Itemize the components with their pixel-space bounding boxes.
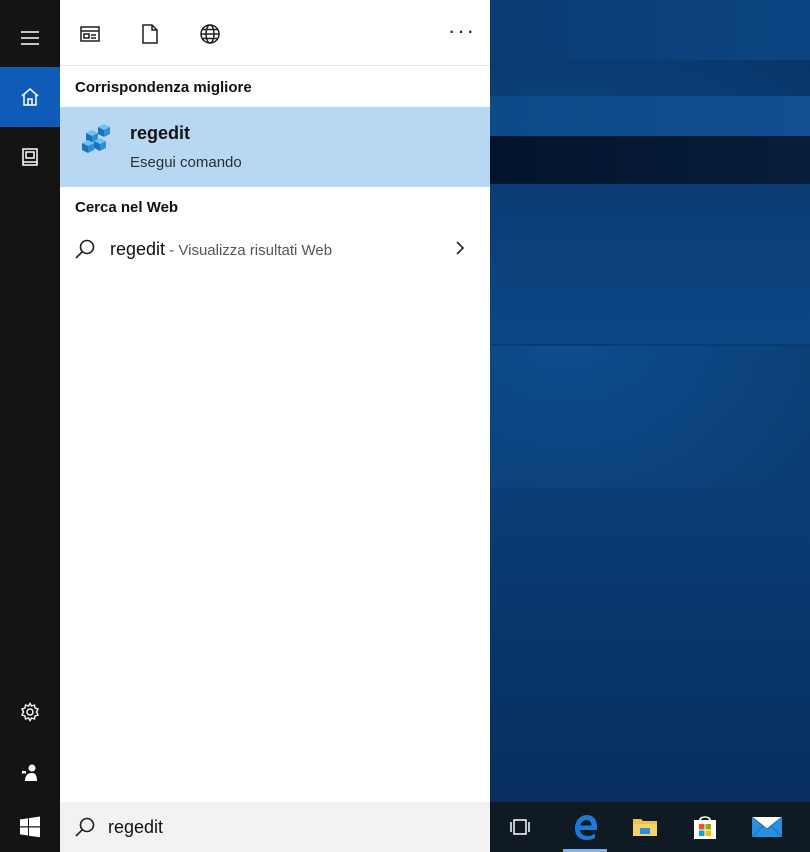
web-result-query: regedit — [110, 239, 166, 259]
web-result-description: Visualizza risultati Web — [178, 242, 333, 259]
wallpaper-band — [490, 0, 810, 60]
filter-toolbar: ··· — [60, 0, 490, 66]
edge-icon — [575, 815, 597, 840]
wallpaper-line — [490, 344, 810, 346]
best-match-header: Corrispondenza migliore — [75, 79, 252, 96]
web-result-row[interactable]: regedit - Visualizza risultati Web — [60, 228, 490, 274]
menu-button[interactable] — [0, 8, 60, 68]
web-search-header: Cerca nel Web — [75, 199, 179, 216]
taskbar-search-box[interactable] — [60, 802, 490, 852]
store-taskbar-button[interactable] — [675, 802, 735, 852]
wallpaper-band — [490, 96, 810, 136]
documents-filter-icon — [142, 24, 158, 44]
wallpaper-band — [490, 490, 810, 802]
search-icon — [75, 239, 95, 259]
web-result-separator: - — [165, 242, 179, 259]
chevron-right-icon — [456, 241, 465, 255]
wallpaper-band — [490, 184, 810, 344]
menu-icon — [21, 31, 39, 45]
wallpaper-line — [490, 488, 810, 490]
best-match-result[interactable]: regedit Esegui comando — [60, 107, 490, 187]
web-filter-button[interactable] — [190, 14, 230, 54]
task-view-button[interactable] — [490, 802, 550, 852]
notebook-icon — [22, 148, 38, 166]
notebook-button[interactable] — [0, 127, 60, 187]
start-button[interactable] — [0, 802, 60, 852]
web-result-text: regedit - Visualizza risultati Web — [110, 239, 332, 260]
search-input[interactable] — [108, 812, 478, 842]
edge-taskbar-button[interactable] — [555, 802, 615, 852]
taskbar — [0, 802, 810, 852]
more-options-button[interactable]: ··· — [448, 20, 476, 42]
windows-logo-icon — [20, 816, 40, 838]
task-view-icon — [510, 819, 530, 835]
wallpaper-band — [490, 136, 810, 184]
home-icon — [21, 88, 39, 106]
search-icon — [75, 817, 95, 837]
regedit-app-icon — [82, 124, 110, 153]
best-match-subtitle: Esegui comando — [130, 154, 242, 171]
settings-button[interactable] — [0, 682, 60, 742]
home-button[interactable] — [0, 67, 60, 127]
feedback-button[interactable] — [0, 742, 60, 802]
apps-filter-icon — [80, 26, 100, 42]
best-match-title: regedit — [130, 123, 191, 143]
mail-icon — [751, 816, 783, 838]
apps-filter-button[interactable] — [70, 14, 110, 54]
file-explorer-icon — [633, 819, 657, 836]
store-icon — [694, 816, 716, 839]
file-explorer-taskbar-button[interactable] — [615, 802, 675, 852]
search-panel: ··· Corrispondenza migliore regedit Eseg… — [60, 0, 490, 802]
feedback-icon — [22, 764, 37, 781]
mail-taskbar-button[interactable] — [737, 802, 797, 852]
web-filter-icon — [200, 24, 220, 44]
start-rail — [0, 0, 60, 802]
settings-icon — [21, 702, 39, 722]
documents-filter-button[interactable] — [130, 14, 170, 54]
